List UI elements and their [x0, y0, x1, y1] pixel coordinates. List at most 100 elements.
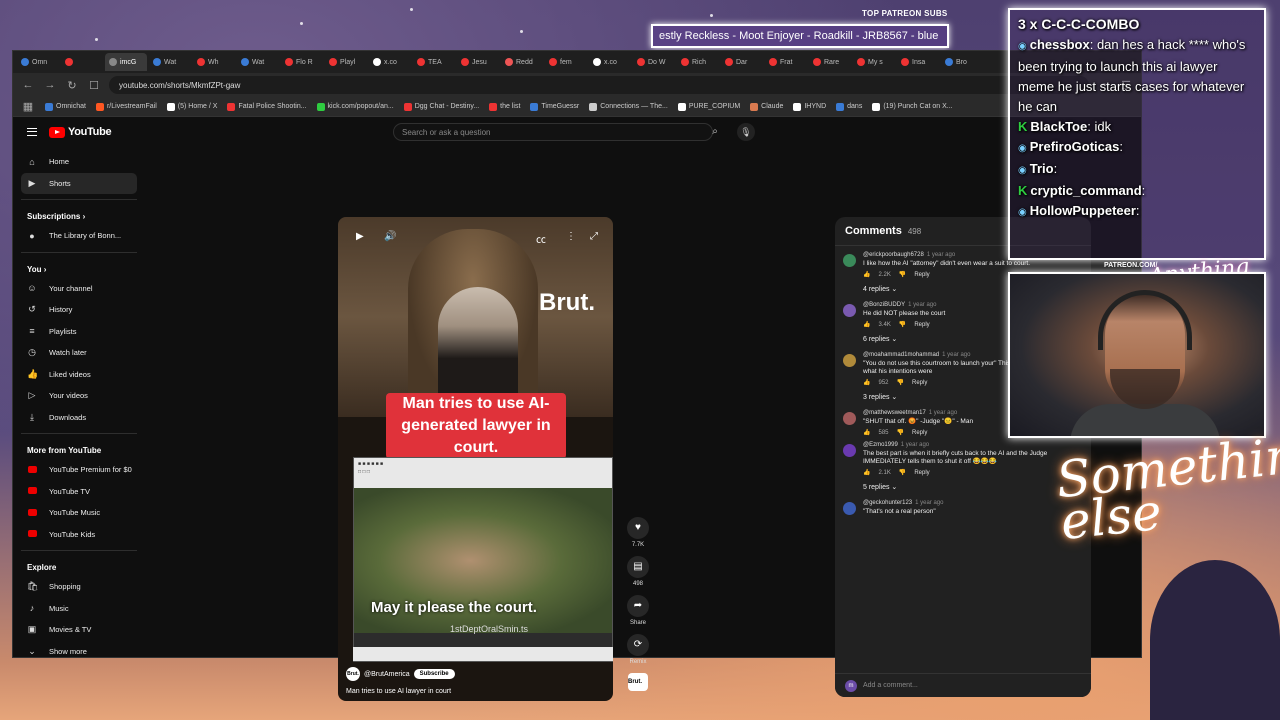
- bookmark-item[interactable]: the list: [489, 102, 520, 111]
- sidebar-item[interactable]: 👍 Liked videos: [21, 364, 137, 386]
- sidebar-item[interactable]: ▣ Movies & TV: [21, 619, 137, 641]
- add-comment-field[interactable]: m Add a comment...: [835, 673, 1091, 697]
- like-icon[interactable]: 👍: [863, 321, 870, 328]
- sidebar-section-header[interactable]: More from YouTube: [21, 439, 137, 459]
- reply-button[interactable]: Reply: [912, 430, 927, 436]
- menu-icon[interactable]: [27, 128, 37, 136]
- dislike-icon[interactable]: 👎: [897, 379, 904, 386]
- short-title[interactable]: Man tries to use AI lawyer in court: [346, 688, 451, 695]
- sidebar-section-header[interactable]: Subscriptions ›: [21, 205, 137, 225]
- apps-grid-icon[interactable]: ▦: [21, 100, 35, 113]
- reply-button[interactable]: Reply: [914, 272, 929, 278]
- dislike-icon[interactable]: 👎: [899, 469, 906, 476]
- browser-tab[interactable]: Bro: [941, 53, 983, 71]
- reload-icon[interactable]: ↻: [65, 79, 79, 92]
- comment-username[interactable]: @matthewsweetman17: [863, 410, 926, 416]
- browser-tab[interactable]: Insa: [897, 53, 939, 71]
- comment-username[interactable]: @geckohunter123: [863, 500, 912, 506]
- reply-button[interactable]: Reply: [912, 380, 927, 386]
- sidebar-item[interactable]: 🛍 Shopping: [21, 576, 137, 598]
- comment-username[interactable]: @BonziBUDDY: [863, 302, 905, 308]
- play-icon[interactable]: ▶: [356, 231, 364, 242]
- fullscreen-icon[interactable]: ⤢: [590, 231, 598, 242]
- sidebar-item[interactable]: ◷ Watch later: [21, 342, 137, 364]
- sidebar-item[interactable]: ● The Library of Bonn...: [21, 225, 137, 247]
- browser-tab[interactable]: Frat: [765, 53, 807, 71]
- sidebar-item[interactable]: ⌂ Home: [21, 151, 137, 173]
- browser-tab[interactable]: Do W: [633, 53, 675, 71]
- comment-icon[interactable]: ▤: [627, 556, 649, 578]
- bookmark-item[interactable]: Connections — The...: [589, 102, 668, 111]
- sidebar-item[interactable]: YouTube TV: [21, 481, 137, 503]
- browser-tab[interactable]: Flo R: [281, 53, 323, 71]
- share-icon[interactable]: ➦: [627, 595, 649, 617]
- sidebar-item[interactable]: ≡ Playlists: [21, 321, 137, 343]
- like-icon[interactable]: 👍: [863, 429, 870, 436]
- sidebar-item[interactable]: ▶ Shorts: [21, 172, 137, 194]
- commenter-avatar[interactable]: [843, 304, 856, 317]
- captions-icon[interactable]: ㏄: [536, 231, 546, 246]
- bookmark-item[interactable]: Dgg Chat - Destiny...: [403, 102, 479, 111]
- sidebar-section-header[interactable]: You ›: [21, 258, 137, 278]
- back-icon[interactable]: ←: [21, 79, 35, 91]
- bookmark-item[interactable]: dans: [836, 102, 862, 111]
- subscribe-button[interactable]: Subscribe: [413, 669, 455, 679]
- browser-tab[interactable]: Wat: [237, 53, 279, 71]
- url-field[interactable]: youtube.com/shorts/MkmfZPt-gaw: [109, 76, 1089, 94]
- bookmark-item[interactable]: Claude: [750, 102, 783, 111]
- bookmark-item[interactable]: r/LivestreamFail: [95, 102, 157, 111]
- remix-icon[interactable]: ⟳: [627, 634, 649, 656]
- bookmark-icon[interactable]: ☐: [87, 79, 101, 92]
- dislike-icon[interactable]: 👎: [899, 321, 906, 328]
- browser-tab[interactable]: Wat: [149, 53, 191, 71]
- browser-tab[interactable]: Rich: [677, 53, 719, 71]
- browser-tab[interactable]: [61, 53, 103, 71]
- browser-tab[interactable]: imcG: [105, 53, 147, 71]
- bookmark-item[interactable]: TimeGuessr: [530, 102, 579, 111]
- browser-tab[interactable]: Wh: [193, 53, 235, 71]
- sidebar-item[interactable]: ♪ Music: [21, 598, 137, 620]
- reply-button[interactable]: Reply: [914, 322, 929, 328]
- browser-tab[interactable]: x.co: [589, 53, 631, 71]
- like-icon[interactable]: 👍: [863, 469, 870, 476]
- sidebar-item[interactable]: YouTube Premium for $0: [21, 459, 137, 481]
- short-video-player[interactable]: ▶ 🔊 ㏄ ⋮ ⤢ Brut. Man tries to use AI-gene…: [338, 217, 613, 701]
- sidebar-section-header[interactable]: Explore: [21, 556, 137, 576]
- sidebar-item[interactable]: ▷ Your videos: [21, 385, 137, 407]
- bookmark-item[interactable]: IHYND: [793, 102, 826, 111]
- mic-icon[interactable]: 🎙: [737, 123, 755, 141]
- browser-tab[interactable]: Redd: [501, 53, 543, 71]
- browser-tab[interactable]: My s: [853, 53, 895, 71]
- brut-avatar[interactable]: Brut.: [628, 673, 648, 691]
- sidebar-item[interactable]: ⌄ Show more: [21, 641, 137, 663]
- like-icon[interactable]: ♥: [627, 517, 649, 539]
- volume-icon[interactable]: 🔊: [384, 231, 396, 242]
- browser-tab[interactable]: Dar: [721, 53, 763, 71]
- bookmark-item[interactable]: (19) Punch Cat on X...: [872, 102, 953, 111]
- youtube-logo[interactable]: YouTube: [49, 126, 112, 138]
- commenter-avatar[interactable]: [843, 444, 856, 457]
- reply-button[interactable]: Reply: [914, 470, 929, 476]
- sidebar-item[interactable]: ⤓ Downloads: [21, 407, 137, 429]
- replies-toggle[interactable]: 5 replies ⌄: [835, 476, 1091, 494]
- browser-tab[interactable]: x.co: [369, 53, 411, 71]
- dislike-icon[interactable]: 👎: [899, 271, 906, 278]
- commenter-avatar[interactable]: [843, 502, 856, 515]
- sidebar-item[interactable]: YouTube Kids: [21, 524, 137, 546]
- like-icon[interactable]: 👍: [863, 271, 870, 278]
- commenter-avatar[interactable]: [843, 254, 856, 267]
- bookmark-item[interactable]: Omnichat: [45, 102, 86, 111]
- dislike-icon[interactable]: 👎: [897, 429, 904, 436]
- bookmark-item[interactable]: PURE_COPIUM: [677, 102, 740, 111]
- commenter-avatar[interactable]: [843, 354, 856, 367]
- forward-icon[interactable]: →: [43, 79, 57, 91]
- browser-tab[interactable]: fem: [545, 53, 587, 71]
- sidebar-item[interactable]: YouTube Music: [21, 502, 137, 524]
- sidebar-item[interactable]: ☺ Your channel: [21, 278, 137, 300]
- bookmark-item[interactable]: (5) Home / X: [166, 102, 217, 111]
- comment-username[interactable]: @erickpoorbaugh6728: [863, 252, 924, 258]
- browser-tab[interactable]: Omn: [17, 53, 59, 71]
- channel-avatar[interactable]: Brut.: [346, 667, 360, 681]
- sidebar-item[interactable]: ↺ History: [21, 299, 137, 321]
- browser-tab[interactable]: Rare: [809, 53, 851, 71]
